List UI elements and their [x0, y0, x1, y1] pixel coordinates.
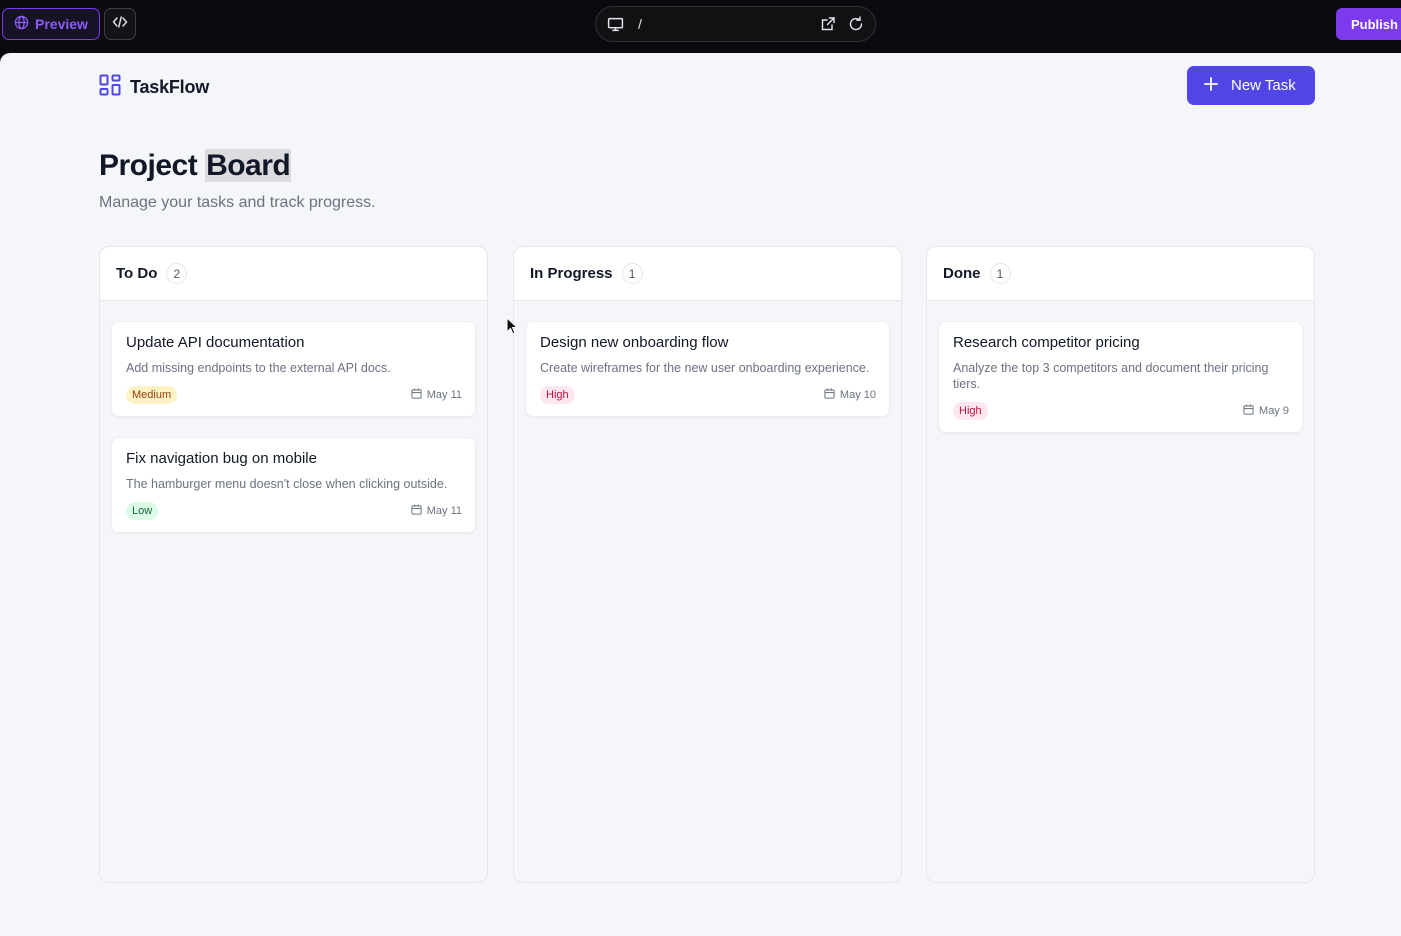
- column-header: To Do 2: [100, 247, 487, 301]
- globe-icon: [14, 15, 29, 33]
- due-date: May 11: [411, 504, 462, 518]
- preview-button[interactable]: Preview: [2, 8, 100, 40]
- publish-button[interactable]: Publish: [1336, 8, 1401, 40]
- due-date: May 11: [411, 388, 462, 402]
- task-description: Create wireframes for the new user onboa…: [540, 361, 870, 375]
- monitor-icon[interactable]: [607, 16, 624, 38]
- column-title: To Do: [116, 265, 158, 282]
- column-header: Done 1: [927, 247, 1314, 301]
- column-done[interactable]: Done 1 Research competitor pricing Analy…: [926, 246, 1315, 883]
- task-title: Design new onboarding flow: [540, 334, 729, 351]
- task-description: Analyze the top 3 competitors and docume…: [953, 361, 1269, 391]
- mouse-cursor-icon: [506, 316, 519, 340]
- task-description: Add missing endpoints to the external AP…: [126, 361, 391, 375]
- calendar-icon: [411, 504, 422, 518]
- task-card[interactable]: Fix navigation bug on mobile The hamburg…: [111, 437, 476, 533]
- task-description: The hamburger menu doesn't close when cl…: [126, 477, 448, 491]
- column-title: In Progress: [530, 265, 613, 282]
- task-title: Update API documentation: [126, 334, 305, 351]
- app-name: TaskFlow: [130, 77, 210, 97]
- priority-badge: High: [540, 386, 575, 404]
- task-title: Research competitor pricing: [953, 334, 1140, 351]
- priority-badge: Medium: [126, 386, 178, 404]
- app-logo[interactable]: TaskFlow: [99, 74, 209, 101]
- app-canvas: TaskFlow New Task Project Board Manage y…: [0, 53, 1401, 936]
- page-subtitle: Manage your tasks and track progress.: [99, 194, 376, 211]
- due-date-label: May 11: [426, 389, 462, 401]
- new-task-button[interactable]: New Task: [1187, 66, 1315, 105]
- page-title-part2: Board: [205, 149, 292, 182]
- task-card[interactable]: Design new onboarding flow Create wirefr…: [525, 321, 890, 417]
- calendar-icon: [411, 388, 422, 402]
- priority-badge: Low: [126, 502, 159, 520]
- task-card[interactable]: Research competitor pricing Analyze the …: [938, 321, 1303, 433]
- column-title: Done: [943, 265, 981, 282]
- due-date: May 9: [1243, 404, 1289, 418]
- task-count-badge: 1: [621, 263, 643, 284]
- refresh-icon[interactable]: [848, 16, 864, 37]
- grid-icon: [99, 74, 121, 101]
- editor-topbar: Preview / Publish: [0, 0, 1401, 53]
- url-bar[interactable]: /: [595, 6, 876, 42]
- code-icon: [112, 14, 128, 35]
- column-in-progress[interactable]: In Progress 1 Design new onboarding flow…: [513, 246, 902, 883]
- page-title: Project Board: [99, 149, 292, 183]
- plus-icon: [1204, 76, 1218, 95]
- code-view-button[interactable]: [104, 8, 136, 40]
- task-count-badge: 1: [989, 263, 1011, 284]
- task-card[interactable]: Update API documentation Add missing end…: [111, 321, 476, 417]
- due-date: May 10: [824, 388, 876, 402]
- page-title-part1: Project: [99, 149, 198, 182]
- due-date-label: May 10: [839, 389, 876, 401]
- due-date-label: May 9: [1259, 405, 1289, 417]
- url-path[interactable]: /: [638, 16, 642, 32]
- external-link-icon[interactable]: [820, 16, 836, 37]
- column-header: In Progress 1: [514, 247, 901, 301]
- due-date-label: May 11: [426, 505, 462, 517]
- new-task-label: New Task: [1231, 77, 1296, 94]
- task-title: Fix navigation bug on mobile: [126, 450, 317, 467]
- task-count-badge: 2: [166, 263, 188, 284]
- calendar-icon: [824, 388, 835, 402]
- column-todo[interactable]: To Do 2 Update API documentation Add mis…: [99, 246, 488, 883]
- preview-label: Preview: [35, 16, 88, 32]
- publish-label: Publish: [1351, 16, 1398, 32]
- priority-badge: High: [953, 402, 988, 420]
- calendar-icon: [1243, 404, 1254, 418]
